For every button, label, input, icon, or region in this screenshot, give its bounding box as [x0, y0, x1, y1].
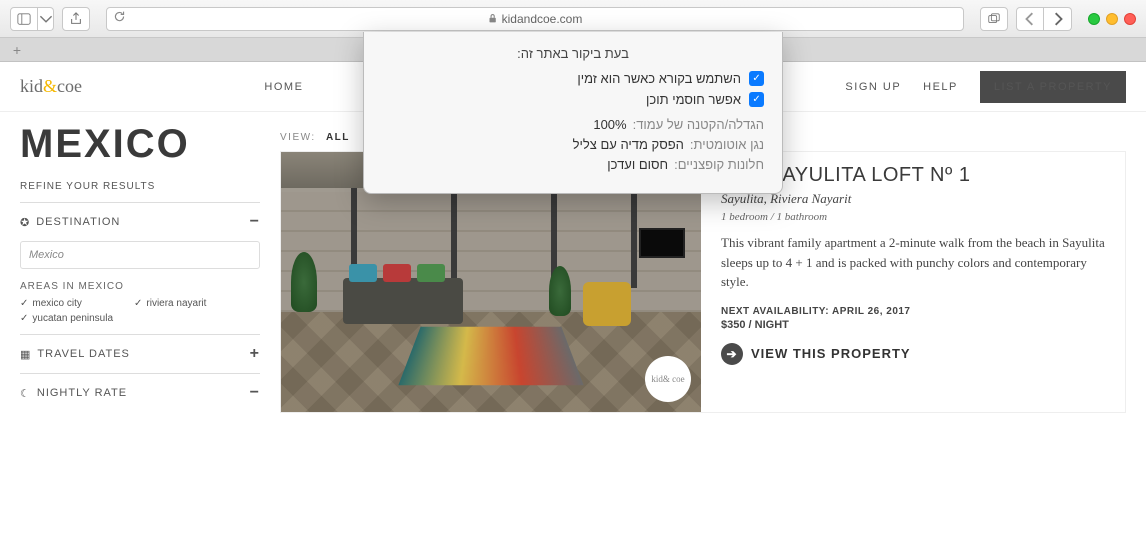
- row-value: חסום ועדכן: [607, 157, 668, 172]
- checkbox-checked-icon: ✓: [749, 71, 764, 86]
- filter-destination-header[interactable]: ✪ DESTINATION −: [20, 213, 260, 231]
- checkbox-checked-icon: ✓: [749, 92, 764, 107]
- nav-help[interactable]: HELP: [923, 81, 958, 93]
- filter-label: DESTINATION: [36, 216, 120, 228]
- close-button[interactable]: [1124, 13, 1136, 25]
- area-item[interactable]: ✓yucatan peninsula: [20, 313, 120, 324]
- filter-rate-header[interactable]: ☾ NIGHTLY RATE −: [20, 384, 260, 402]
- listing-location: Sayulita, Riviera Nayarit: [721, 191, 1109, 207]
- filter-travel-dates: ▦ TRAVEL DATES +: [20, 334, 260, 373]
- url-host: kidandcoe.com: [488, 12, 583, 26]
- popups-row[interactable]: חלונות קופצניים: חסום ועדכן: [382, 157, 764, 172]
- row-key: הגדלה/הקטנה של עמוד:: [633, 117, 764, 132]
- collapse-icon: −: [250, 384, 260, 402]
- listing-description: This vibrant family apartment a 2-minute…: [721, 233, 1109, 292]
- row-key: נגן אוטומטית:: [690, 137, 764, 152]
- site-settings-popover: בעת ביקור באתר זה: ✓ השתמש בקורא כאשר הו…: [363, 32, 783, 194]
- filters-sidebar: MEXICO REFINE YOUR RESULTS ✪ DESTINATION…: [20, 112, 260, 413]
- moon-icon: ☾: [20, 387, 31, 400]
- sidebar-group: [10, 7, 54, 31]
- zoom-button[interactable]: [1088, 13, 1100, 25]
- nav-home[interactable]: HOME: [264, 81, 303, 93]
- listing-meta: 1 bedroom / 1 bathroom: [721, 211, 1109, 223]
- zoom-row[interactable]: הגדלה/הקטנה של עמוד: 100%: [382, 117, 764, 132]
- arrow-right-icon: ➔: [721, 343, 743, 365]
- nav-signup[interactable]: SIGN UP: [845, 81, 901, 93]
- expand-icon: +: [250, 345, 260, 363]
- filter-nightly-rate: ☾ NIGHTLY RATE −: [20, 373, 260, 412]
- checkbox-label: השתמש בקורא כאשר הוא זמין: [577, 71, 741, 86]
- tabs-button[interactable]: [980, 7, 1008, 31]
- reload-icon[interactable]: [113, 10, 126, 28]
- filter-label: TRAVEL DATES: [37, 348, 129, 360]
- check-icon: ✓: [20, 313, 28, 324]
- view-property-label: VIEW THIS PROPERTY: [751, 346, 911, 361]
- autoplay-row[interactable]: נגן אוטומטית: הפסק מדיה עם צליל: [382, 137, 764, 152]
- popover-title: בעת ביקור באתר זה:: [382, 46, 764, 61]
- check-icon: ✓: [20, 298, 28, 309]
- area-item[interactable]: ✓mexico city: [20, 298, 120, 309]
- view-label: VIEW:: [280, 132, 316, 143]
- globe-icon: ✪: [20, 216, 30, 229]
- row-value: 100%: [593, 117, 626, 132]
- filter-dates-header[interactable]: ▦ TRAVEL DATES +: [20, 345, 260, 363]
- window-controls: [1088, 13, 1136, 25]
- back-button[interactable]: [1016, 7, 1044, 31]
- list-property-button[interactable]: LIST A PROPERTY: [980, 71, 1126, 103]
- filter-destination: ✪ DESTINATION − AREAS IN MEXICO ✓mexico …: [20, 202, 260, 334]
- refine-label: REFINE YOUR RESULTS: [20, 181, 260, 192]
- nav-buttons: [1016, 7, 1072, 31]
- checkbox-label: אפשר חוסמי תוכן: [646, 92, 741, 107]
- row-value: הפסק מדיה עם צליל: [573, 137, 684, 152]
- listing-availability: NEXT AVAILABILITY: APRIL 26, 2017: [721, 306, 1109, 317]
- brand-badge: kid& coe: [645, 356, 691, 402]
- calendar-icon: ▦: [20, 348, 31, 361]
- lock-icon: [488, 13, 498, 24]
- listing-info: THE SAYULITA LOFT Nº 1 Sayulita, Riviera…: [721, 152, 1125, 412]
- share-button[interactable]: [62, 7, 90, 31]
- page-title: MEXICO: [20, 122, 260, 167]
- row-key: חלונות קופצניים:: [674, 157, 764, 172]
- site-logo[interactable]: kid&coe: [20, 76, 82, 97]
- url-bar[interactable]: kidandcoe.com: [106, 7, 964, 31]
- url-text: kidandcoe.com: [502, 12, 583, 26]
- areas-label: AREAS IN MEXICO: [20, 281, 260, 292]
- view-all[interactable]: ALL: [326, 132, 350, 143]
- filter-label: NIGHTLY RATE: [37, 387, 127, 399]
- sidebar-toggle-button[interactable]: [10, 7, 38, 31]
- content-blockers-checkbox-row[interactable]: ✓ אפשר חוסמי תוכן: [382, 92, 764, 107]
- view-property-link[interactable]: ➔ VIEW THIS PROPERTY: [721, 343, 1109, 365]
- sidebar-dropdown-button[interactable]: [38, 7, 54, 31]
- check-icon: ✓: [134, 298, 142, 309]
- collapse-icon: −: [250, 213, 260, 231]
- reader-checkbox-row[interactable]: ✓ השתמש בקורא כאשר הוא זמין: [382, 71, 764, 86]
- new-tab-button[interactable]: +: [6, 41, 28, 59]
- forward-button[interactable]: [1044, 7, 1072, 31]
- listing-price: $350 / NIGHT: [721, 319, 1109, 331]
- area-item[interactable]: ✓riviera nayarit: [134, 298, 234, 309]
- minimize-button[interactable]: [1106, 13, 1118, 25]
- areas-list: ✓mexico city ✓riviera nayarit ✓yucatan p…: [20, 298, 260, 324]
- destination-input[interactable]: [20, 241, 260, 269]
